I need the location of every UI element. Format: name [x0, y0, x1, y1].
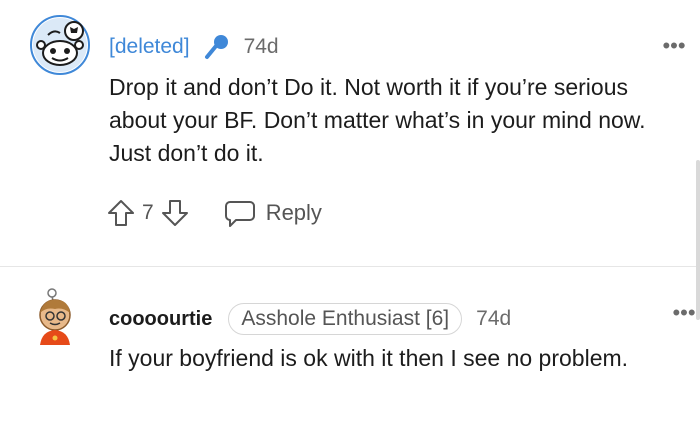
reply-label: Reply: [265, 200, 322, 225]
snoo-avatar-icon[interactable]: [30, 15, 90, 75]
vote-score: 7: [142, 201, 154, 224]
author-link[interactable]: coooourtie: [109, 308, 212, 331]
scrollbar[interactable]: [696, 160, 700, 320]
comment-header: [deleted] 74d: [109, 32, 279, 62]
comment-actions: 7 Reply: [106, 195, 322, 231]
cartoon-avatar-icon[interactable]: [30, 287, 80, 347]
author-link[interactable]: [deleted]: [109, 35, 190, 59]
downvote-icon[interactable]: [160, 198, 190, 228]
more-options-icon[interactable]: •••: [658, 35, 690, 57]
comment-header: coooourtie Asshole Enthusiast [6] 74d: [109, 303, 512, 335]
comment-body: If your boyfriend is ok with it then I s…: [109, 345, 629, 371]
timestamp: 74d: [476, 307, 512, 330]
upvote-icon[interactable]: [106, 198, 136, 228]
reply-button[interactable]: Reply: [224, 198, 322, 228]
microphone-icon: [204, 34, 230, 60]
reply-icon: [224, 198, 256, 228]
comment-body: Drop it and don’t Do it. Not worth it if…: [109, 74, 646, 166]
comment: [deleted] 74d ••• Drop it and don’t Do i…: [0, 0, 690, 266]
user-flair: Asshole Enthusiast [6]: [228, 303, 463, 335]
timestamp: 74d: [243, 35, 279, 58]
